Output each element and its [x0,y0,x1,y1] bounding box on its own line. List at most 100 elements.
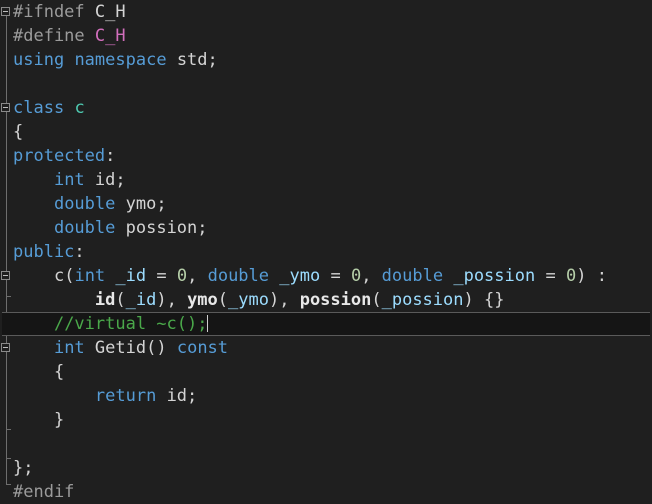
init-list-colon: : [586,266,607,286]
code-line-17[interactable]: return id; [13,384,652,408]
equals: = [535,266,566,286]
code-line-6[interactable]: { [13,120,652,144]
access-public: public [13,242,75,262]
param-possion: _possion [453,266,536,286]
code-editor[interactable]: #ifndef C_H #define C_H using namespace … [0,0,652,502]
comma: , [361,266,382,286]
param-type-double: double [207,266,270,286]
comma: , [187,266,208,286]
macro-name: C_H [94,26,126,46]
code-line-8[interactable]: int id; [13,168,652,192]
namespace-std: std [176,50,208,70]
init-arg-id: _id [125,290,157,310]
method-name-getid: Getid [94,338,147,358]
colon: : [74,242,85,262]
member-possion: possion [125,218,198,238]
fold-guide-getid [6,352,7,429]
member-id: id [94,170,116,190]
code-line-3[interactable]: using namespace std; [13,48,652,72]
code-surface[interactable]: #ifndef C_H #define C_H using namespace … [2,0,652,502]
open-paren: ( [115,290,126,310]
type-double: double [53,218,116,238]
default-value-0: 0 [350,266,362,286]
param-type-int: int [74,266,106,286]
semicolon: ; [207,50,218,70]
parens: () [146,338,167,358]
close-brace: } [53,410,65,430]
open-brace: { [53,362,65,382]
fold-gutter[interactable] [0,0,13,500]
code-line-11[interactable]: public: [13,240,652,264]
keyword-const: const [176,338,229,358]
fold-end-constructor [6,296,11,297]
code-line-18[interactable]: } [13,408,652,432]
member-ymo: ymo [125,194,157,214]
default-value-0: 0 [565,266,577,286]
equals: = [320,266,351,286]
fold-marker-ifndef[interactable] [1,7,10,16]
fold-end-class [6,458,11,459]
code-line-9[interactable]: double ymo; [13,192,652,216]
fold-end-getid [6,429,11,430]
class-close-brace-semicolon: }; [13,458,34,478]
commented-virtual-destructor: //virtual ~c(); [53,314,208,334]
code-line-12[interactable]: c(int _id = 0, double _ymo = 0, double _… [13,264,652,288]
colon: : [105,146,116,166]
fold-marker-constructor[interactable] [1,271,10,280]
keyword-namespace: namespace [74,50,167,70]
code-line-19-blank[interactable] [13,432,652,456]
fold-marker-class[interactable] [1,103,10,112]
code-line-16[interactable]: { [13,360,652,384]
code-line-4-blank[interactable] [13,72,652,96]
init-member-id: id [94,290,116,310]
type-double: double [53,194,116,214]
code-line-14-current[interactable]: //virtual ~c(); [2,312,650,336]
type-int: int [53,170,85,190]
open-paren: ( [64,266,75,286]
returned-member-id: id [166,386,188,406]
code-line-15[interactable]: int Getid() const [13,336,652,360]
code-line-1[interactable]: #ifndef C_H [13,0,652,24]
semicolon: ; [187,386,198,406]
class-name: c [74,98,85,118]
open-paren: ( [217,290,229,310]
close-paren: ) [463,290,484,310]
code-line-20[interactable]: }; [13,456,652,480]
init-member-ymo: ymo [187,290,218,310]
equals: = [146,266,177,286]
param-type-double: double [381,266,444,286]
code-line-10[interactable]: double possion; [13,216,652,240]
param-id: _id [115,266,147,286]
init-member-possion: possion [299,290,372,310]
default-value-0: 0 [176,266,188,286]
code-line-2[interactable]: #define C_H [13,24,652,48]
preprocessor-ifndef: #ifndef [13,2,85,22]
keyword-return: return [94,386,157,406]
semicolon: ; [156,194,167,214]
keyword-using: using [13,50,65,70]
fold-marker-getid[interactable] [1,343,10,352]
code-line-13[interactable]: id(_id), ymo(_ymo), possion(_possion) {} [13,288,652,312]
access-protected: protected [13,146,106,166]
code-line-7[interactable]: protected: [13,144,652,168]
return-type-int: int [53,338,85,358]
open-paren: ( [371,290,382,310]
text-caret [207,315,209,332]
code-line-5[interactable]: class c [13,96,652,120]
init-arg-ymo: _ymo [228,290,269,310]
close-paren-comma: ), [156,290,188,310]
preprocessor-endif: #endif [13,482,75,502]
constructor-name: c [53,266,65,286]
code-line-21[interactable]: #endif [13,480,652,504]
close-paren: ) [576,266,587,286]
